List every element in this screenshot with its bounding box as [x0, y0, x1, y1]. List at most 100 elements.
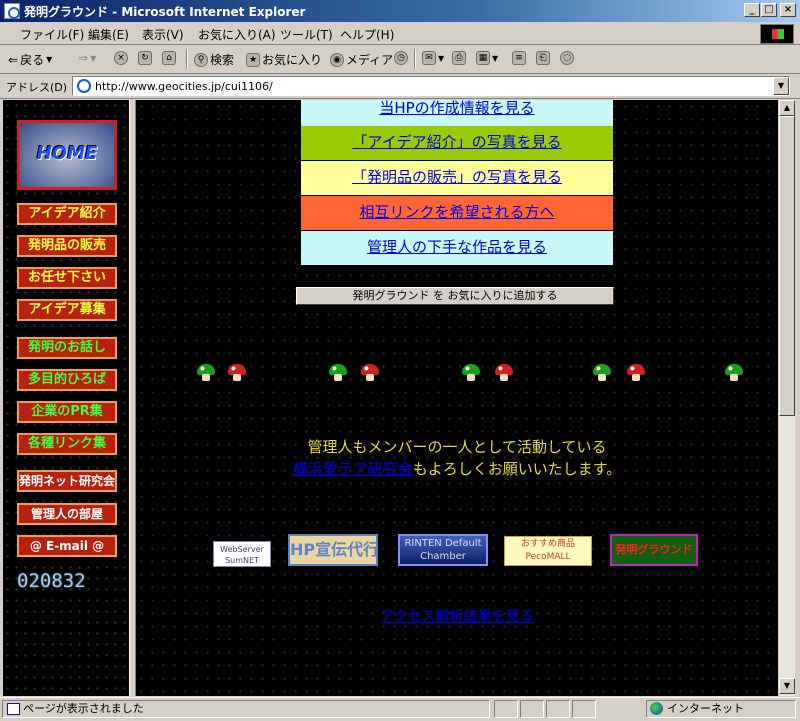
messenger-icon: ◌: [560, 51, 574, 65]
banner-hatsumei-ground[interactable]: 発明グラウンド: [610, 534, 698, 566]
green-mushroom-icon: [197, 364, 215, 382]
nav-admin-room[interactable]: 管理人の部屋: [17, 503, 117, 525]
research-button[interactable]: ⎗: [536, 51, 550, 65]
home-button[interactable]: ⌂: [162, 51, 176, 65]
frame-divider[interactable]: [129, 100, 136, 696]
menu-file[interactable]: ファイル(F): [20, 26, 84, 43]
red-mushroom-icon: [361, 364, 379, 382]
menu-edit[interactable]: 編集(E): [88, 26, 129, 43]
address-input[interactable]: http://www.geocities.jp/cui1106/ ▼: [72, 76, 790, 96]
green-mushroom-icon: [462, 364, 480, 382]
stop-button[interactable]: ×: [114, 51, 128, 65]
edit-button[interactable]: ▦ ▼: [476, 51, 498, 65]
access-counter: 020832: [17, 570, 86, 592]
society-message: 横浜愛テア研究会もよろしくお願いいたします。: [292, 460, 622, 478]
address-bar: アドレス(D) http://www.geocities.jp/cui1106/…: [0, 74, 800, 99]
mail-button[interactable]: ✉ ▼: [422, 51, 444, 65]
link-site-info[interactable]: 当HPの作成情報を見る: [301, 100, 613, 126]
favorites-icon: ★: [246, 52, 260, 67]
discuss-icon: ≡: [512, 51, 526, 65]
address-label: アドレス(D): [6, 81, 68, 94]
nav-email[interactable]: @ E-mail @: [17, 535, 117, 557]
link-sales-photos[interactable]: 「発明品の販売」の写真を見る: [301, 161, 613, 195]
maximize-button[interactable]: □: [761, 3, 777, 17]
search-button[interactable]: ⚲ 検索: [194, 51, 234, 68]
print-icon: ⎙: [452, 51, 466, 65]
red-mushroom-icon: [228, 364, 246, 382]
chevron-down-icon: ▼: [46, 55, 53, 64]
address-dropdown-button[interactable]: ▼: [773, 77, 789, 95]
media-icon: ◉: [330, 52, 344, 67]
nav-invention-stories[interactable]: 発明のお話し: [17, 337, 117, 359]
messenger-button[interactable]: ◌: [560, 51, 574, 65]
nav-link-collection[interactable]: 各種リンク集: [17, 433, 117, 455]
refresh-button[interactable]: ↻: [138, 51, 152, 65]
vertical-scrollbar[interactable]: ▲ ▼: [778, 100, 795, 696]
status-cell: [572, 700, 596, 718]
status-text-cell: ページが表示されました: [2, 700, 490, 718]
media-button[interactable]: ◉ メディア: [330, 51, 393, 68]
toolbar-separator: [186, 49, 188, 69]
status-cell: [520, 700, 544, 718]
nav-invention-net-society[interactable]: 発明ネット研究会: [17, 470, 117, 492]
nav-leave-to-us[interactable]: お任せ下さい: [17, 267, 117, 289]
menu-tools[interactable]: ツール(T): [280, 26, 333, 43]
home-button-image[interactable]: HOME: [17, 120, 117, 190]
status-cell: [494, 700, 518, 718]
nav-idea-intro[interactable]: アイデア紹介: [17, 203, 117, 225]
search-icon: ⚲: [194, 52, 208, 67]
home-icon: ⌂: [162, 51, 176, 65]
chevron-down-icon: ▼: [438, 53, 445, 63]
close-button[interactable]: ×: [780, 3, 796, 17]
access-analysis-link[interactable]: アクセス解析結果を見る: [136, 606, 778, 626]
discuss-button[interactable]: ≡: [512, 51, 526, 65]
green-mushroom-icon: [329, 364, 347, 382]
print-button[interactable]: ⎙: [452, 51, 466, 65]
minimize-button[interactable]: _: [744, 3, 760, 17]
title-bar: 発明グラウンド - Microsoft Internet Explorer _ …: [0, 0, 800, 22]
refresh-icon: ↻: [138, 51, 152, 65]
stop-icon: ×: [114, 51, 128, 65]
ie-app-icon: [4, 3, 20, 19]
link-admin-works[interactable]: 管理人の下手な作品を見る: [301, 231, 613, 265]
green-mushroom-icon: [725, 364, 743, 382]
link-idea-photos[interactable]: 「アイデア紹介」の写真を見る: [301, 126, 613, 160]
internet-globe-icon: [650, 702, 663, 715]
back-button[interactable]: ⇐ 戻る ▼: [8, 51, 52, 68]
red-mushroom-icon: [627, 364, 645, 382]
banner-rinten[interactable]: RINTEN Default Chamber: [398, 534, 488, 566]
research-icon: ⎗: [536, 51, 550, 65]
windows-logo-icon: [760, 24, 794, 44]
green-mushroom-icon: [593, 364, 611, 382]
society-link[interactable]: 横浜愛テア研究会: [293, 460, 413, 478]
menu-bar: ファイル(F) 編集(E) 表示(V) お気に入り(A) ツール(T) ヘルプ(…: [0, 22, 800, 45]
nav-product-sales[interactable]: 発明品の販売: [17, 235, 117, 257]
chevron-down-icon: ▼: [90, 53, 97, 63]
forward-button[interactable]: ⇒ ▼: [78, 51, 96, 65]
nav-idea-recruit[interactable]: アイデア募集: [17, 299, 117, 321]
menu-favorites[interactable]: お気に入り(A): [198, 26, 276, 43]
scroll-thumb[interactable]: [779, 116, 795, 416]
link-mutual-links[interactable]: 相互リンクを希望される方へ: [301, 196, 613, 230]
history-button[interactable]: ◷: [394, 51, 408, 65]
banner-sumnet[interactable]: WebServer SumNET: [213, 541, 271, 567]
scroll-up-button[interactable]: ▲: [779, 100, 795, 116]
scroll-down-button[interactable]: ▼: [779, 678, 795, 694]
status-bar: ページが表示されました インターネット: [0, 697, 800, 721]
address-url: http://www.geocities.jp/cui1106/: [95, 80, 273, 93]
add-to-favorites-button[interactable]: 発明グラウンド を お気に入りに追加する: [296, 287, 614, 305]
favorites-button[interactable]: ★ お気に入り: [246, 51, 322, 68]
red-mushroom-icon: [495, 364, 513, 382]
menu-help[interactable]: ヘルプ(H): [340, 26, 394, 43]
chevron-down-icon: ▼: [492, 53, 499, 63]
banner-hp-promo[interactable]: HP宣伝代行: [288, 534, 378, 566]
banner-pecomall[interactable]: おすすめ商品 PecoMALL: [504, 536, 592, 566]
history-icon: ◷: [394, 51, 408, 65]
page-icon: [77, 79, 91, 93]
nav-multipurpose-plaza[interactable]: 多目的ひろば: [17, 369, 117, 391]
back-arrow-icon: ⇐: [8, 52, 19, 67]
nav-company-pr[interactable]: 企業のPR集: [17, 401, 117, 423]
main-content-frame: 当HPの作成情報を見る 「アイデア紹介」の写真を見る 「発明品の販売」の写真を見…: [136, 100, 778, 696]
toolbar-separator: [414, 49, 416, 69]
menu-view[interactable]: 表示(V): [142, 26, 184, 43]
